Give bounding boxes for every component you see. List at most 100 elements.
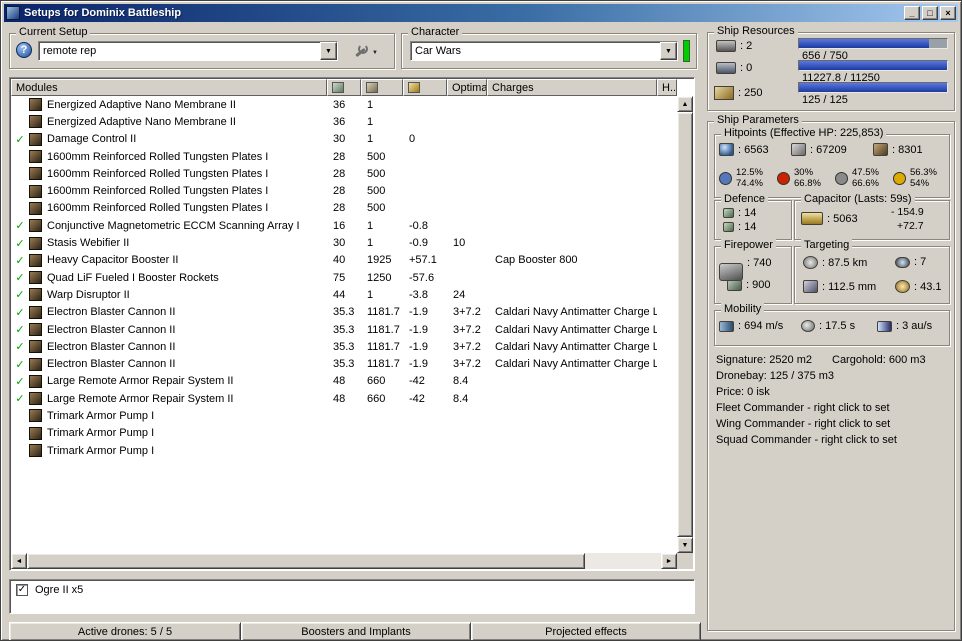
scroll-right-icon[interactable] [661, 553, 677, 569]
max-targets-value: : 7 [914, 256, 926, 268]
drone-checkbox[interactable] [16, 584, 28, 596]
ship-parameters-label: Ship Parameters [714, 114, 802, 127]
close-button[interactable]: × [940, 6, 956, 20]
table-row[interactable]: ✓ Stasis Webifier II 30 1 -0.9 10 [11, 234, 677, 251]
firepower-volley-value: : 900 [746, 279, 770, 291]
column-header-capacitor[interactable] [403, 79, 447, 96]
column-header-modules[interactable]: Modules [11, 79, 327, 96]
launcher-hardpoints-value: : 0 [740, 62, 752, 74]
module-optimal-value: 3+7.2 [447, 358, 487, 370]
scroll-up-icon[interactable] [677, 96, 693, 112]
column-header-charges[interactable]: Charges [487, 79, 657, 96]
table-row[interactable]: 1600mm Reinforced Rolled Tungsten Plates… [11, 148, 677, 165]
table-row[interactable]: ✓ Quad LiF Fueled I Booster Rockets 75 1… [11, 269, 677, 286]
column-header-hardpoints[interactable]: H... [657, 79, 677, 96]
hitpoints-label: Hitpoints (Effective HP: 225,853) [721, 127, 886, 140]
table-row[interactable]: ✓ Electron Blaster Cannon II 35.3 1181.7… [11, 338, 677, 355]
module-icon [29, 237, 42, 250]
module-cpu-value: 28 [327, 185, 361, 197]
table-row[interactable]: Trimark Armor Pump I [11, 407, 677, 424]
table-row[interactable]: 1600mm Reinforced Rolled Tungsten Plates… [11, 165, 677, 182]
tab-boosters-implants[interactable]: Boosters and Implants [241, 622, 471, 641]
drone-list-item[interactable]: Ogre II x5 [10, 580, 694, 598]
table-row[interactable]: Trimark Armor Pump I [11, 442, 677, 459]
setup-tools-button[interactable] [344, 40, 388, 62]
tab-active-drones[interactable]: Active drones: 5 / 5 [9, 622, 241, 641]
table-row[interactable]: ✓ Heavy Capacitor Booster II 40 1925 +57… [11, 252, 677, 269]
character-status-bar [683, 40, 690, 62]
table-row[interactable]: 1600mm Reinforced Rolled Tungsten Plates… [11, 200, 677, 217]
module-icon [29, 98, 42, 111]
character-combobox[interactable]: Car Wars [410, 41, 678, 61]
minimize-button[interactable]: _ [904, 6, 920, 20]
ship-parameters-group: Ship Parameters Hitpoints (Effective HP:… [707, 121, 955, 631]
tab-projected-effects[interactable]: Projected effects [471, 622, 701, 641]
table-row[interactable]: ✓ Large Remote Armor Repair System II 48… [11, 390, 677, 407]
module-cap-value: -1.9 [403, 306, 447, 318]
vertical-scroll-thumb[interactable] [677, 112, 693, 537]
scroll-left-icon[interactable] [11, 553, 27, 569]
module-icon [29, 444, 42, 457]
dronebay-text: Dronebay: 125 / 375 m3 [716, 370, 950, 386]
squad-commander-text[interactable]: Squad Commander - right click to set [716, 434, 950, 450]
table-row[interactable]: Trimark Armor Pump I [11, 425, 677, 442]
column-header-cpu[interactable] [327, 79, 361, 96]
character-group: Character Car Wars [401, 33, 697, 69]
table-row[interactable]: ✓ Electron Blaster Cannon II 35.3 1181.7… [11, 304, 677, 321]
module-optimal-value: 24 [447, 289, 487, 301]
vertical-scrollbar[interactable] [677, 96, 693, 553]
help-icon[interactable] [16, 42, 32, 58]
thermal-resist-top: 30% [794, 167, 821, 178]
module-icon [29, 167, 42, 180]
table-row[interactable]: ✓ Warp Disruptor II 44 1 -3.8 24 [11, 286, 677, 303]
targeting-range-value: : 87.5 km [822, 257, 867, 269]
module-name: Stasis Webifier II [47, 237, 327, 249]
scroll-down-icon[interactable] [677, 537, 693, 553]
table-row[interactable]: 1600mm Reinforced Rolled Tungsten Plates… [11, 182, 677, 199]
module-cpu-value: 35.3 [327, 341, 361, 353]
mobility-label: Mobility [721, 303, 764, 316]
module-powergrid-value: 500 [361, 151, 403, 163]
table-row[interactable]: Energized Adaptive Nano Membrane II 36 1 [11, 113, 677, 130]
table-row[interactable]: ✓ Conjunctive Magnetometric ECCM Scannin… [11, 217, 677, 234]
turret-hardpoint-icon [716, 40, 736, 52]
horizontal-scroll-thumb[interactable] [27, 553, 585, 569]
mobility-group: Mobility : 694 m/s : 17.5 s : 3 au/s [714, 310, 950, 346]
module-powergrid-value: 1181.7 [361, 306, 403, 318]
wing-commander-text[interactable]: Wing Commander - right click to set [716, 418, 950, 434]
maximize-button[interactable]: □ [922, 6, 938, 20]
table-row[interactable]: ✓ Damage Control II 30 1 0 [11, 131, 677, 148]
capacitor-battery-icon [801, 212, 823, 225]
drones-panel: Ogre II x5 [9, 579, 695, 614]
price-text: Price: 0 isk [716, 386, 950, 402]
module-cpu-value: 48 [327, 393, 361, 405]
fitted-check-icon: ✓ [11, 306, 29, 319]
bandwidth-usage-text: 125 / 125 [802, 94, 848, 106]
module-cap-value: -3.8 [403, 289, 447, 301]
table-row[interactable]: ✓ Electron Blaster Cannon II 35.3 1181.7… [11, 321, 677, 338]
fitted-check-icon: ✓ [11, 254, 29, 267]
column-header-optimal[interactable]: Optimal [447, 79, 487, 96]
title-bar[interactable]: Setups for Dominix Battleship _ □ × [4, 4, 958, 22]
module-cap-value: 0 [403, 133, 447, 145]
fleet-commander-text[interactable]: Fleet Commander - right click to set [716, 402, 950, 418]
table-row[interactable]: Energized Adaptive Nano Membrane II 36 1 [11, 96, 677, 113]
character-combo-arrow-icon[interactable] [660, 42, 677, 60]
module-icon [29, 392, 42, 405]
shield-hp-value: : 6563 [738, 144, 769, 156]
column-header-powergrid[interactable] [361, 79, 403, 96]
setup-combo-arrow-icon[interactable] [320, 42, 337, 60]
module-icon [29, 323, 42, 336]
table-row[interactable]: ✓ Electron Blaster Cannon II 35.3 1181.7… [11, 355, 677, 372]
module-powergrid-value: 1181.7 [361, 341, 403, 353]
module-optimal-value: 10 [447, 237, 487, 249]
module-powergrid-value: 1 [361, 289, 403, 301]
ship-info-block: Signature: 2520 m2 Cargohold: 600 m3 Dro… [716, 354, 950, 450]
horizontal-scrollbar[interactable] [11, 553, 677, 569]
structure-hp-value: : 8301 [892, 144, 923, 156]
sensor-strength-value: : 43.1 [914, 281, 942, 293]
sensor-strength-icon [895, 280, 910, 293]
table-row[interactable]: ✓ Large Remote Armor Repair System II 48… [11, 373, 677, 390]
module-name: Energized Adaptive Nano Membrane II [47, 99, 327, 111]
setup-combobox[interactable]: remote rep [38, 41, 338, 61]
